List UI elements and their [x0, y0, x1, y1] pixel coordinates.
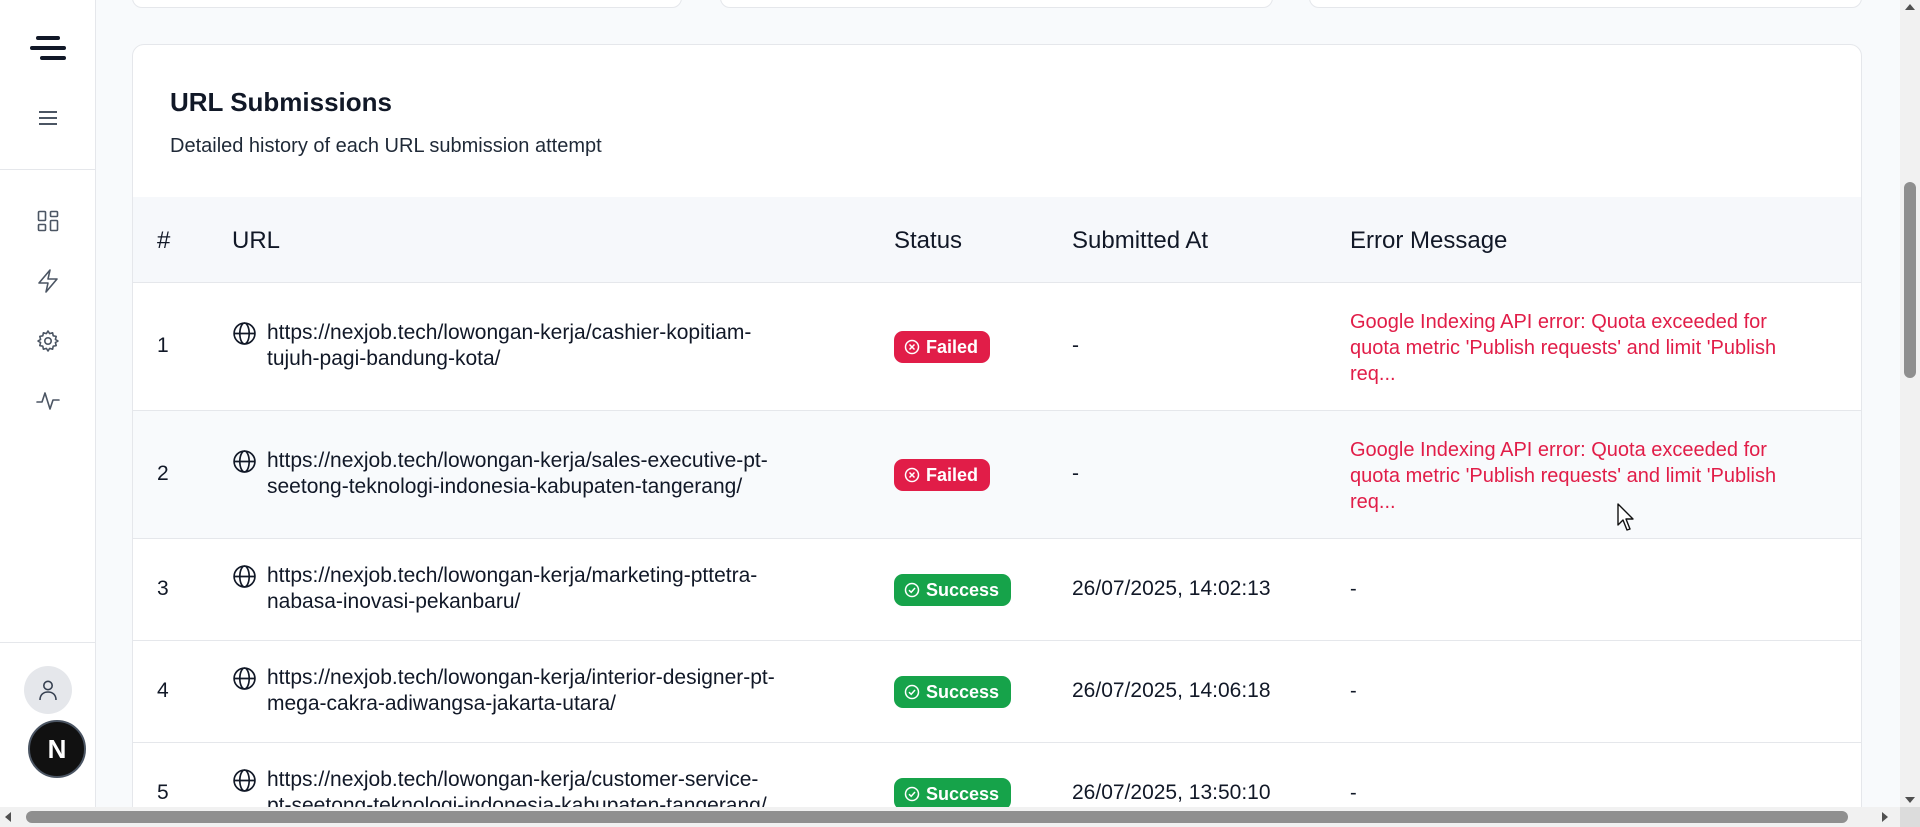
- column-header-url: URL: [232, 227, 281, 254]
- url-cell: https://nexjob.tech/lowongan-kerja/sales…: [232, 448, 832, 500]
- section-subtitle: Detailed history of each URL submission …: [170, 135, 602, 157]
- url-cell: https://nexjob.tech/lowongan-kerja/marke…: [232, 563, 832, 615]
- table-row: 4 https://nexjob.tech/lowongan-kerja/int…: [133, 641, 1861, 743]
- user-avatar[interactable]: [24, 666, 72, 714]
- gear-icon[interactable]: [34, 327, 62, 355]
- row-number: 3: [157, 577, 169, 600]
- column-header-status: Status: [894, 227, 963, 254]
- scroll-down-arrow-icon[interactable]: [1905, 797, 1915, 803]
- scroll-left-arrow-icon[interactable]: [5, 812, 11, 822]
- vertical-scrollbar[interactable]: [1900, 0, 1920, 807]
- submitted-at: 26/07/2025, 14:06:18: [1072, 679, 1271, 702]
- check-circle-icon: [904, 582, 920, 598]
- url-text-line[interactable]: nabasa-inovasi-pekanbaru/: [267, 589, 757, 615]
- status-badge-success: Success: [894, 676, 1012, 708]
- stat-card: [1309, 0, 1862, 8]
- status-badge-failed: Failed: [894, 331, 991, 363]
- globe-icon: [233, 322, 256, 345]
- globe-icon: [233, 769, 256, 792]
- activity-icon[interactable]: [34, 387, 62, 415]
- lightning-icon[interactable]: [34, 267, 62, 295]
- app-logo-icon[interactable]: [30, 36, 66, 66]
- account-badge[interactable]: N: [28, 720, 86, 778]
- check-circle-icon: [904, 786, 920, 802]
- status-label: Success: [926, 681, 1000, 702]
- horizontal-scroll-thumb[interactable]: [26, 811, 1848, 823]
- mouse-cursor-icon: [1617, 503, 1634, 531]
- status-label: Failed: [926, 336, 979, 357]
- stat-card: [132, 0, 682, 8]
- error-line: req...: [1350, 491, 1396, 513]
- row-number: 4: [157, 679, 169, 702]
- sidebar: N: [0, 0, 96, 807]
- status-label: Failed: [926, 464, 979, 485]
- section-title: URL Submissions: [170, 87, 393, 117]
- status-badge-failed: Failed: [894, 459, 991, 491]
- column-header-submitted-at: Submitted At: [1072, 227, 1209, 254]
- error-message: -: [1350, 680, 1357, 702]
- url-text-line[interactable]: tujuh-pagi-bandung-kota/: [267, 346, 751, 372]
- url-text-line[interactable]: https://nexjob.tech/lowongan-kerja/custo…: [267, 767, 767, 793]
- error-line: quota metric 'Publish requests' and limi…: [1350, 465, 1777, 487]
- scroll-right-arrow-icon[interactable]: [1882, 812, 1888, 822]
- url-text-line[interactable]: https://nexjob.tech/lowongan-kerja/sales…: [267, 448, 768, 474]
- submitted-at: 26/07/2025, 14:02:13: [1072, 577, 1271, 600]
- x-circle-icon: [904, 339, 920, 355]
- error-line: quota metric 'Publish requests' and limi…: [1350, 337, 1777, 359]
- status-badge-success: Success: [894, 778, 1012, 810]
- check-circle-icon: [904, 684, 920, 700]
- submitted-at: 26/07/2025, 13:50:10: [1072, 781, 1271, 804]
- submitted-at: -: [1072, 334, 1079, 357]
- app-root: N URL Submissions Detailed history of ea…: [0, 0, 1920, 827]
- scrollbar-corner: [1900, 807, 1920, 827]
- error-message: -: [1350, 782, 1357, 804]
- column-header-error-message: Error Message: [1350, 227, 1508, 254]
- table-row: 3 https://nexjob.tech/lowongan-kerja/mar…: [133, 539, 1861, 641]
- error-line: Google Indexing API error: Quota exceede…: [1350, 439, 1767, 461]
- status-label: Success: [926, 579, 1000, 600]
- error-line: req...: [1350, 363, 1396, 385]
- globe-icon: [233, 450, 256, 473]
- vertical-scroll-thumb[interactable]: [1904, 182, 1916, 378]
- account-initial: N: [47, 733, 67, 764]
- menu-toggle-icon[interactable]: [36, 108, 60, 128]
- url-cell: https://nexjob.tech/lowongan-kerja/inter…: [232, 665, 832, 717]
- error-message: Google Indexing API error: Quota exceede…: [1350, 437, 1850, 515]
- status-badge-success: Success: [894, 574, 1012, 606]
- error-line: Google Indexing API error: Quota exceede…: [1350, 311, 1767, 333]
- x-circle-icon: [904, 467, 920, 483]
- table-header: # URL Status Submitted At Error Message: [133, 197, 1861, 283]
- url-text-line[interactable]: mega-cakra-adiwangsa-jakarta-utara/: [267, 691, 775, 717]
- dashboard-icon[interactable]: [34, 207, 62, 235]
- error-message: -: [1350, 578, 1357, 600]
- column-header-number: #: [157, 227, 171, 254]
- status-label: Success: [926, 783, 1000, 804]
- scroll-up-arrow-icon[interactable]: [1905, 4, 1915, 10]
- url-text-line[interactable]: seetong-teknologi-indonesia-kabupaten-ta…: [267, 474, 768, 500]
- table-row: 2 https://nexjob.tech/lowongan-kerja/sal…: [133, 411, 1861, 539]
- row-number: 5: [157, 781, 169, 804]
- row-number: 1: [157, 334, 169, 357]
- url-submissions-card: URL Submissions Detailed history of each…: [132, 44, 1862, 827]
- stat-card: [720, 0, 1273, 8]
- url-cell: https://nexjob.tech/lowongan-kerja/cashi…: [232, 320, 832, 372]
- row-number: 2: [157, 462, 169, 485]
- url-text-line[interactable]: https://nexjob.tech/lowongan-kerja/marke…: [267, 563, 757, 589]
- sidebar-divider: [0, 169, 96, 170]
- url-text-line[interactable]: https://nexjob.tech/lowongan-kerja/cashi…: [267, 320, 751, 346]
- url-text-line[interactable]: https://nexjob.tech/lowongan-kerja/inter…: [267, 665, 775, 691]
- table-row: 1 https://nexjob.tech/lowongan-kerja/cas…: [133, 283, 1861, 411]
- submitted-at: -: [1072, 462, 1079, 485]
- globe-icon: [233, 667, 256, 690]
- error-message: Google Indexing API error: Quota exceede…: [1350, 309, 1850, 387]
- sidebar-divider-bottom: [0, 642, 96, 643]
- horizontal-scrollbar[interactable]: [0, 807, 1900, 827]
- globe-icon: [233, 565, 256, 588]
